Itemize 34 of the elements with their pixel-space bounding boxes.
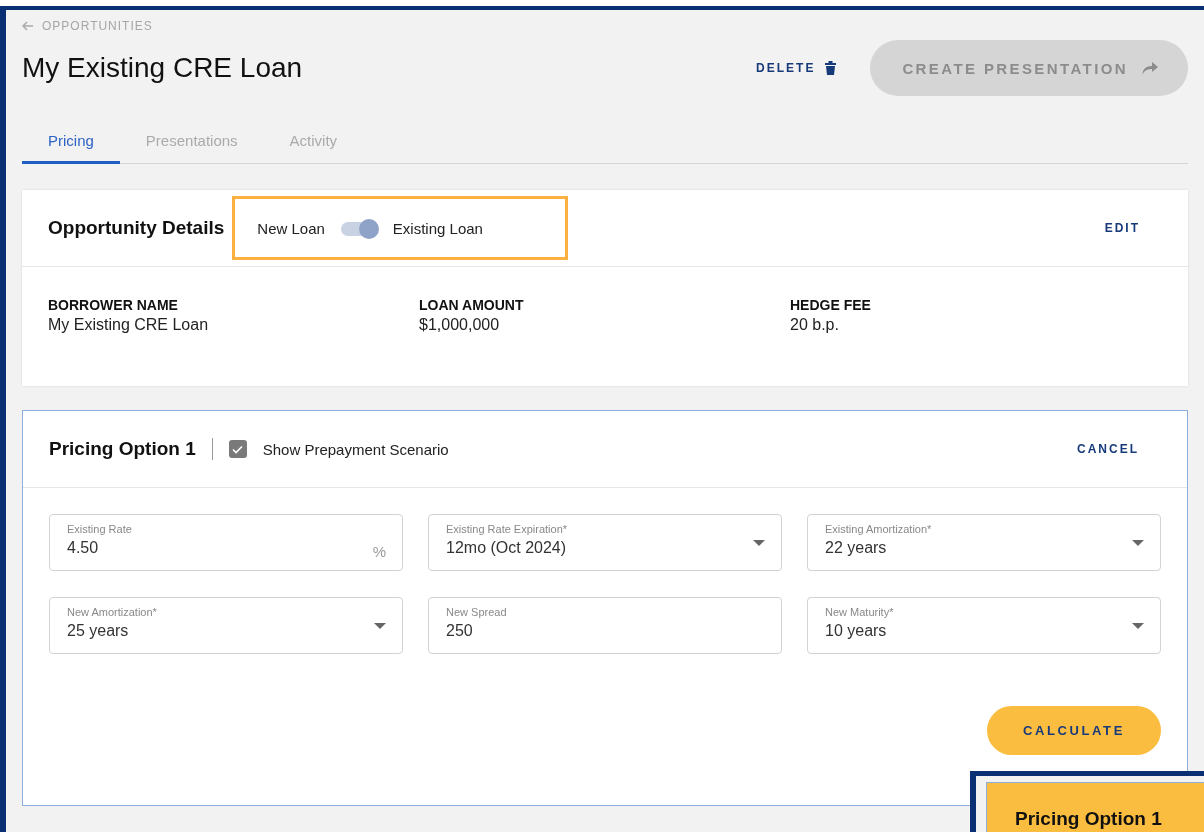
dropdown-caret-icon [374,623,386,629]
select-field[interactable]: Existing Rate Expiration* 12mo (Oct 2024) [428,514,782,571]
dropdown-caret-icon [1132,540,1144,546]
field-label: BORROWER NAME [48,297,179,313]
toggle-label: New Loan [257,219,325,237]
edit-button[interactable]: EDIT [1098,220,1146,236]
delete-button[interactable]: DELETE [756,61,837,75]
checkbox[interactable] [228,440,247,458]
input-field[interactable]: Existing Rate 4.50 % [49,514,403,571]
field-value: My Existing CRE Loan [48,316,210,334]
input-field[interactable]: New Spread 250 [428,597,782,654]
share-arrow-icon [1142,61,1158,75]
checkbox-label: Show Prepayment Scenario [262,440,449,458]
calculate-button[interactable]: CALCULATE [987,706,1161,755]
field-value: $1,000,000 [419,316,501,334]
tab[interactable]: Pricing [22,122,120,164]
trash-icon [825,61,837,75]
field-value: 20 b.p. [790,316,840,334]
page-title: My Existing CRE Loan [22,52,303,84]
card-title: Pricing Option 1 [49,438,196,460]
check-icon [232,444,244,454]
field-label: HEDGE FEE [790,297,872,313]
back-arrow-icon[interactable] [22,21,34,31]
select-field[interactable]: Existing Amortization* 22 years [807,514,1161,571]
toggle-label: Existing Loan [392,219,483,237]
dropdown-caret-icon [1132,623,1144,629]
select-field[interactable]: New Maturity* 10 years [807,597,1161,654]
card-title: Opportunity Details [48,217,225,239]
cancel-button[interactable]: CANCEL [1071,441,1145,457]
inset-card-title: Pricing Option 1 [1015,809,1162,829]
field-label: LOAN AMOUNT [419,297,525,313]
select-field[interactable]: New Amortization* 25 years [49,597,403,654]
loan-type-switch[interactable] [340,219,377,237]
dropdown-caret-icon [753,540,765,546]
